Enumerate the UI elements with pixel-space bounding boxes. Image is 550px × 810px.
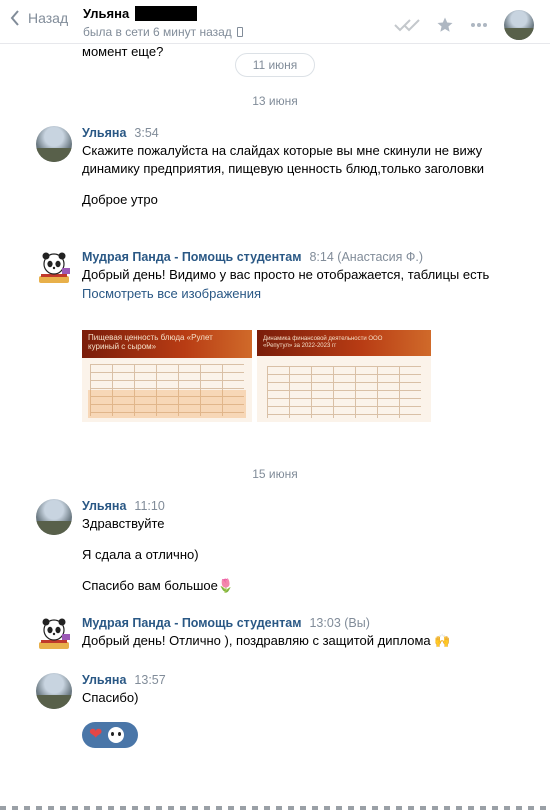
avatar[interactable] xyxy=(36,126,72,162)
contact-name: Ульяна xyxy=(83,6,130,21)
message-text: Здравствуйте xyxy=(82,516,165,531)
date-separator: 15 июня xyxy=(252,467,298,481)
sender-name[interactable]: Ульяна xyxy=(82,499,126,513)
message-text: Добрый день! Видимо у вас просто не отоб… xyxy=(82,267,490,282)
image-caption: Пищевая ценность блюда «Рулет куриный с … xyxy=(88,333,213,351)
avatar[interactable] xyxy=(36,673,72,709)
message-time[interactable]: 13:03 (Вы) xyxy=(309,616,369,630)
date-pill[interactable]: 11 июня xyxy=(235,53,315,77)
more-icon[interactable] xyxy=(470,22,488,28)
reactions-bar[interactable]: ❤ xyxy=(82,722,138,748)
image-caption: Динамика финансовой деятельности ООО «Ре… xyxy=(263,336,383,349)
message-text: Добрый день! Отлично ), поздравляю с защ… xyxy=(82,633,451,648)
message-time[interactable]: 8:14 (Анастасия Ф.) xyxy=(309,250,423,264)
online-status: была в сети 6 минут назад xyxy=(83,25,232,39)
divider xyxy=(0,806,550,810)
redacted-surname xyxy=(135,6,198,21)
read-checkmarks-icon[interactable] xyxy=(394,18,420,32)
view-all-images-link[interactable]: Посмотреть все изображения xyxy=(82,286,502,301)
message-time[interactable]: 13:57 xyxy=(134,673,165,687)
message-time[interactable]: 3:54 xyxy=(134,126,158,140)
chat-title[interactable]: Ульяна была в сети 6 минут назад xyxy=(83,6,243,39)
mobile-icon xyxy=(236,27,243,37)
avatar[interactable] xyxy=(36,499,72,535)
panda-avatar-icon[interactable] xyxy=(36,250,72,286)
panda-reaction-icon xyxy=(108,727,125,743)
message-text: момент еще? xyxy=(82,44,164,59)
sender-name[interactable]: Мудрая Панда - Помощь студентам xyxy=(82,616,301,630)
back-label: Назад xyxy=(28,10,69,26)
attached-images: Пищевая ценность блюда «Рулет куриный с … xyxy=(82,330,436,422)
date-separator: 13 июня xyxy=(252,94,298,108)
sender-name[interactable]: Ульяна xyxy=(82,673,126,687)
heart-reaction[interactable]: ❤ xyxy=(89,727,102,743)
chevron-left-icon xyxy=(10,10,19,26)
message-text: Я сдала а отлично) xyxy=(82,547,199,562)
message-text: Спасибо) xyxy=(82,690,139,705)
message-time[interactable]: 11:10 xyxy=(134,499,164,513)
message-text: Скажите пожалуйста на слайдах которые вы… xyxy=(82,143,485,176)
image-attachment[interactable]: Динамика финансовой деятельности ООО «Ре… xyxy=(257,330,431,422)
image-attachment[interactable]: Пищевая ценность блюда «Рулет куриный с … xyxy=(82,330,252,422)
chat-header: Назад Ульяна была в сети 6 минут назад xyxy=(0,0,550,44)
panda-avatar-icon[interactable] xyxy=(36,616,72,652)
message-text: Доброе утро xyxy=(82,192,158,207)
star-icon[interactable] xyxy=(436,16,454,34)
sender-name[interactable]: Мудрая Панда - Помощь студентам xyxy=(82,250,301,264)
back-button[interactable]: Назад xyxy=(10,10,68,26)
message-text: Спасибо вам большое🌷 xyxy=(82,578,235,593)
sender-name[interactable]: Ульяна xyxy=(82,126,126,140)
header-avatar[interactable] xyxy=(504,10,534,40)
